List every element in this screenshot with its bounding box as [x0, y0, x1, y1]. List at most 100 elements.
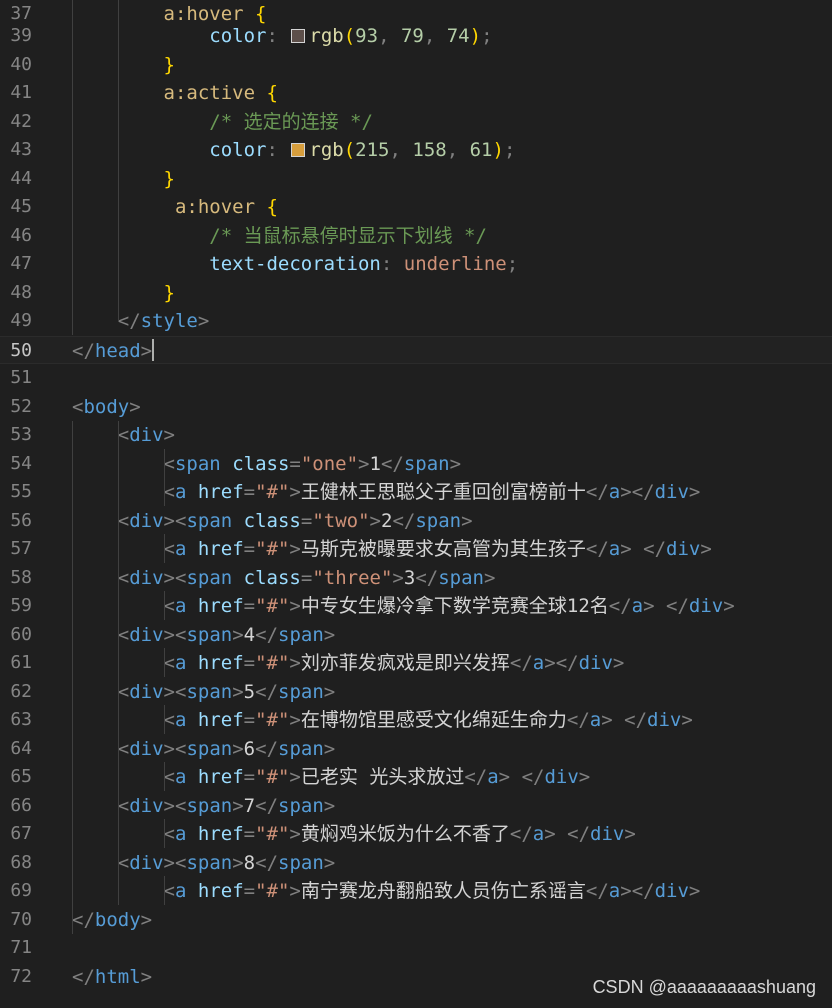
- code-line[interactable]: 40 }: [0, 51, 832, 80]
- code-token: text-decoration: [209, 253, 381, 275]
- line-number: 60: [10, 623, 32, 645]
- code-token: href: [197, 652, 244, 674]
- line-number: 47: [10, 253, 32, 274]
- line-number: 72: [10, 965, 32, 987]
- code-text: </head>: [72, 338, 155, 362]
- code-token: a: [174, 481, 187, 503]
- code-token: href: [197, 595, 244, 617]
- line-number: 40: [10, 53, 32, 75]
- code-token: body: [83, 395, 130, 418]
- code-text: <a href="#">黄焖鸡米饭为什么不香了</a> </div>: [163, 823, 636, 845]
- indent-guide: [164, 819, 165, 848]
- code-line[interactable]: 48 }: [0, 279, 832, 308]
- code-editor[interactable]: 37 a:hover {39 color: rgb(93, 79, 74); 40…: [0, 0, 832, 1008]
- code-text: <div><span>4</span>: [117, 623, 336, 646]
- code-line[interactable]: 41 a:active {: [0, 79, 832, 108]
- code-line[interactable]: 51: [0, 364, 832, 393]
- code-token: href: [197, 709, 244, 731]
- code-token: div: [129, 509, 164, 532]
- code-text: <a href="#">刘亦菲发疯戏是即兴发挥</a></div>: [163, 652, 625, 674]
- code-token: span: [186, 680, 233, 703]
- code-text: <div><span>8</span>: [117, 851, 336, 874]
- color-swatch-icon[interactable]: [291, 143, 306, 157]
- indent-guide: [72, 421, 73, 934]
- code-line[interactable]: 56 <div><span class="two">2</span>: [0, 507, 832, 536]
- code-token: 4: [243, 623, 256, 646]
- line-number: 69: [10, 880, 32, 901]
- code-line[interactable]: 45 a:hover {: [0, 193, 832, 222]
- code-line[interactable]: 39 color: rgb(93, 79, 74);: [0, 22, 832, 51]
- code-text: <a href="#">在博物馆里感受文化绵延生命力</a> </div>: [163, 709, 693, 731]
- indent-guide: [118, 421, 119, 905]
- code-text: <div>: [117, 424, 175, 446]
- code-token: a: [174, 652, 187, 674]
- code-line[interactable]: 42 /* 选定的连接 */: [0, 108, 832, 137]
- line-number: 59: [10, 595, 32, 616]
- code-token: 1: [369, 452, 381, 475]
- code-line[interactable]: 65 <a href="#">已老实 光头求放过</a> </div>: [0, 763, 832, 792]
- code-line[interactable]: 50 </head>: [0, 335, 832, 364]
- code-text: }: [163, 281, 175, 304]
- line-number: 56: [10, 509, 32, 531]
- code-token: a: [589, 709, 602, 731]
- code-token: 在博物馆里感受文化绵延生命力: [300, 709, 567, 731]
- code-line[interactable]: 62 <div><span>5</span>: [0, 678, 832, 707]
- code-token: div: [647, 709, 682, 731]
- code-token: div: [590, 823, 625, 845]
- code-line[interactable]: 67 <a href="#">黄焖鸡米饭为什么不香了</a> </div>: [0, 820, 832, 849]
- code-text: a:active {: [163, 82, 278, 104]
- code-line[interactable]: 66 <div><span>7</span>: [0, 792, 832, 821]
- code-line[interactable]: 57 <a href="#">马斯克被曝要求女高管为其生孩子</a> </div…: [0, 535, 832, 564]
- line-number: 64: [10, 737, 32, 759]
- code-token: div: [129, 623, 164, 646]
- indent-guide: [164, 876, 165, 905]
- code-line[interactable]: 54 <span class="one">1</span>: [0, 450, 832, 479]
- code-token: div: [129, 851, 164, 874]
- code-line[interactable]: 46 /* 当鼠标悬停时显示下划线 */: [0, 222, 832, 251]
- code-token: span: [278, 737, 324, 760]
- code-line[interactable]: 47 text-decoration: underline;: [0, 250, 832, 279]
- line-number: 63: [10, 709, 32, 730]
- code-line[interactable]: 68 <div><span>8</span>: [0, 849, 832, 878]
- code-line[interactable]: 71: [0, 934, 832, 963]
- line-number: 54: [10, 452, 32, 474]
- line-number: 65: [10, 766, 32, 787]
- code-text: <span class="one">1</span>: [163, 452, 462, 475]
- code-token: a:hover: [174, 196, 256, 218]
- code-token: a: [174, 709, 187, 731]
- code-line[interactable]: 49 </style>: [0, 307, 832, 336]
- code-token: 61: [469, 139, 493, 161]
- code-token: 已老实 光头求放过: [300, 766, 465, 788]
- code-line[interactable]: 60 <div><span>4</span>: [0, 621, 832, 650]
- code-line[interactable]: 61 <a href="#">刘亦菲发疯戏是即兴发挥</a></div>: [0, 649, 832, 678]
- code-line[interactable]: 44 }: [0, 165, 832, 194]
- code-line[interactable]: 55 <a href="#">王健林王思聪父子重回创富榜前十</a></div>: [0, 478, 832, 507]
- code-line[interactable]: 58 <div><span class="three">3</span>: [0, 564, 832, 593]
- line-number: 61: [10, 652, 32, 673]
- code-text: </body>: [72, 908, 153, 931]
- code-token: 2: [380, 509, 393, 532]
- code-line[interactable]: 52 <body>: [0, 393, 832, 422]
- line-number: 70: [10, 908, 32, 930]
- code-token: color: [209, 139, 267, 161]
- line-number: 55: [10, 481, 32, 502]
- code-line[interactable]: 59 <a href="#">中专女生爆冷拿下数学竞赛全球12名</a> </d…: [0, 592, 832, 621]
- code-line[interactable]: 70 </body>: [0, 906, 832, 935]
- code-token: a: [174, 595, 187, 617]
- code-line[interactable]: 53 <div>: [0, 421, 832, 450]
- code-token: div: [129, 680, 164, 703]
- code-token: "#": [255, 823, 290, 845]
- code-token: "one": [300, 452, 359, 475]
- code-token: html: [94, 965, 141, 988]
- code-token: href: [197, 538, 244, 560]
- code-token: 王健林王思聪父子重回创富榜前十: [300, 481, 586, 503]
- code-line[interactable]: 63 <a href="#">在博物馆里感受文化绵延生命力</a> </div>: [0, 706, 832, 735]
- code-line[interactable]: 69 <a href="#">南宁赛龙舟翻船致人员伤亡系谣言</a></div>: [0, 877, 832, 906]
- code-token: div: [666, 538, 701, 560]
- code-token: div: [129, 794, 164, 817]
- code-token: a: [532, 652, 545, 674]
- code-line[interactable]: 64 <div><span>6</span>: [0, 735, 832, 764]
- code-token: span: [186, 623, 233, 646]
- code-line[interactable]: 43 color: rgb(215, 158, 61);: [0, 136, 832, 165]
- color-swatch-icon[interactable]: [291, 29, 306, 43]
